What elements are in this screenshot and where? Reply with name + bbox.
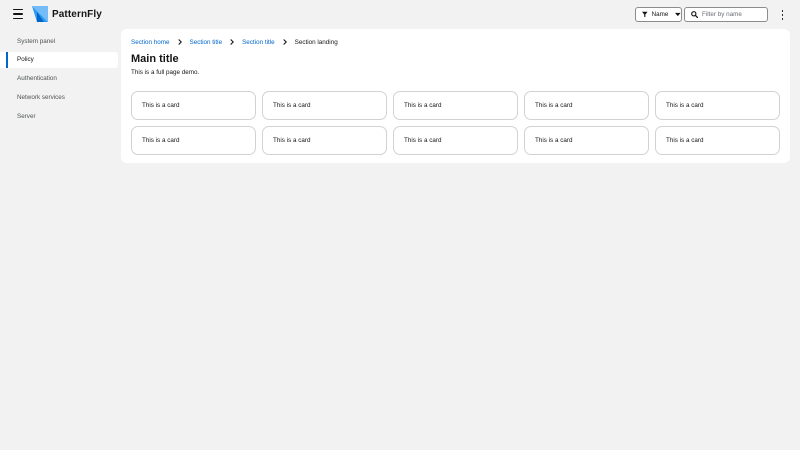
- sidebar-item-policy[interactable]: Policy: [0, 51, 118, 68]
- filter-attribute-toggle[interactable]: Name: [635, 7, 682, 22]
- sidebar-item-system-panel[interactable]: System panel: [0, 33, 118, 49]
- caret-down-icon: [675, 12, 681, 17]
- hamburger-menu-icon[interactable]: [13, 9, 23, 19]
- brand[interactable]: PatternFly: [32, 6, 102, 22]
- filter-attribute-label: Name: [651, 11, 669, 18]
- kebab-menu-icon[interactable]: [780, 10, 785, 20]
- masthead: PatternFly Name: [0, 0, 800, 29]
- card[interactable]: This is a card: [524, 91, 649, 120]
- filter-icon: [642, 11, 648, 18]
- patternfly-logo-icon: [32, 6, 48, 22]
- chevron-right-icon: [282, 39, 287, 45]
- sidebar-item-network-services[interactable]: Network services: [0, 89, 118, 105]
- sidebar-item-authentication[interactable]: Authentication: [0, 71, 118, 87]
- breadcrumb-link-section-home[interactable]: Section home: [131, 39, 170, 46]
- page-title: Main title: [131, 53, 179, 65]
- breadcrumb-current-section-landing: Section landing: [294, 38, 338, 46]
- breadcrumb-link-section-title[interactable]: Section title: [242, 39, 275, 46]
- chevron-right-icon: [230, 39, 235, 45]
- card[interactable]: This is a card: [262, 91, 387, 120]
- chevron-right-icon: [177, 39, 182, 45]
- sidebar-nav: System panel Policy Authentication Netwo…: [0, 33, 118, 127]
- card[interactable]: This is a card: [524, 126, 649, 155]
- brand-name: PatternFly: [52, 8, 102, 20]
- page-description: This is a full page demo.: [131, 69, 200, 76]
- card[interactable]: This is a card: [131, 126, 256, 155]
- card-grid: This is a card This is a card This is a …: [131, 91, 780, 155]
- breadcrumb-link-section-title[interactable]: Section title: [190, 39, 223, 46]
- sidebar-item-server[interactable]: Server: [0, 108, 118, 124]
- search-field: [684, 7, 768, 22]
- search-icon: [691, 11, 698, 18]
- search-input[interactable]: [702, 11, 766, 18]
- card[interactable]: This is a card: [262, 126, 387, 155]
- breadcrumb: Section home Section title Section title…: [131, 38, 338, 46]
- main-content: Section home Section title Section title…: [121, 29, 790, 163]
- card[interactable]: This is a card: [655, 91, 780, 120]
- card[interactable]: This is a card: [131, 91, 256, 120]
- card[interactable]: This is a card: [393, 91, 518, 120]
- card[interactable]: This is a card: [393, 126, 518, 155]
- card[interactable]: This is a card: [655, 126, 780, 155]
